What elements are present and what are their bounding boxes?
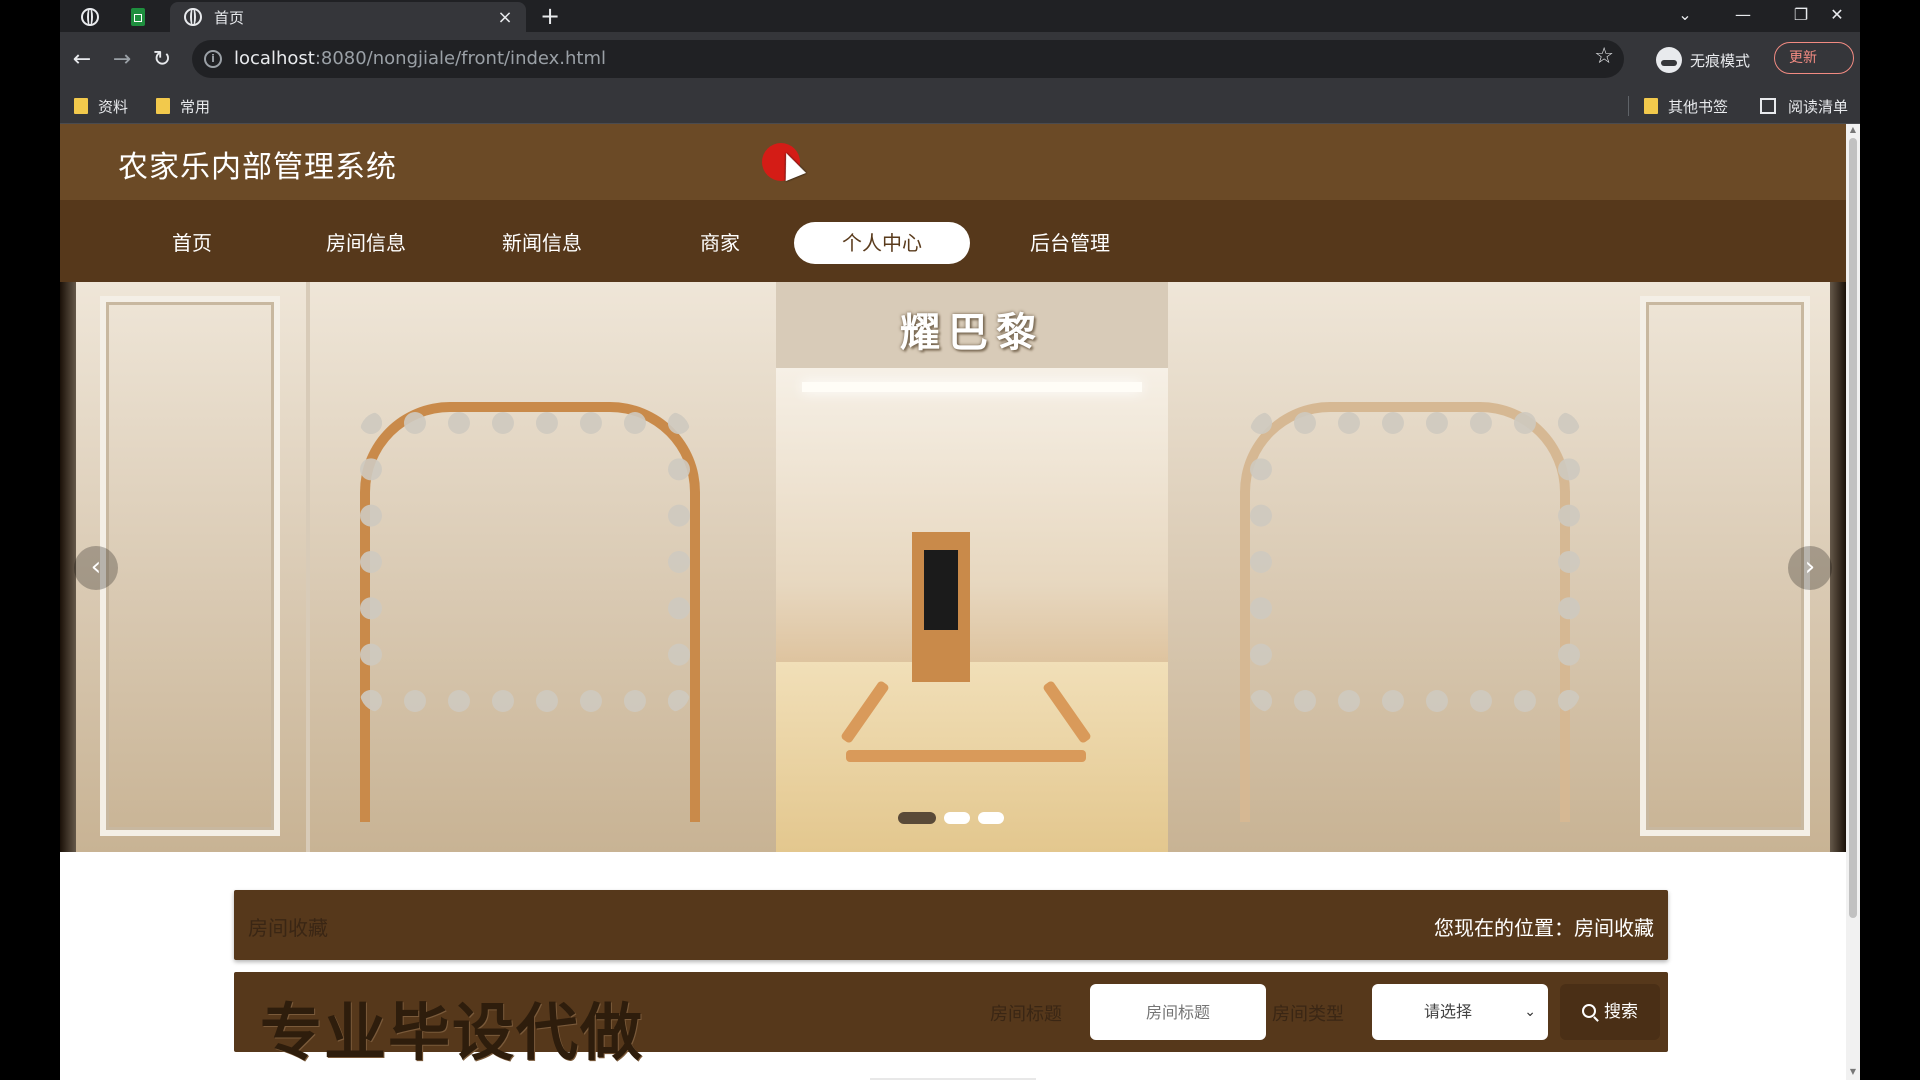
browser-chrome: 首页 × + ⌄ — ❐ ✕ ← → ↻ i localhost:8080/no… — [60, 0, 1860, 124]
search-button-label: 搜索 — [1604, 1002, 1638, 1022]
other-bookmarks-label: 其他书签 — [1668, 97, 1729, 116]
globe-icon — [81, 8, 99, 26]
incognito-icon — [1656, 47, 1682, 73]
carousel-dot[interactable] — [978, 812, 1004, 824]
tab-title: 首页 — [214, 8, 245, 27]
info-icon[interactable]: i — [204, 50, 222, 68]
close-window-icon[interactable]: ✕ — [1814, 2, 1860, 28]
nav-item-merchant[interactable]: 商家 — [674, 222, 766, 264]
reading-list-icon — [1760, 98, 1776, 114]
bookmarks-separator — [1628, 96, 1629, 116]
minimize-icon[interactable]: — — [1720, 2, 1766, 28]
address-bar[interactable]: i localhost:8080/nongjiale/front/index.h… — [192, 40, 1624, 78]
room-title-label: 房间标题 — [990, 1004, 1062, 1025]
carousel-dot[interactable] — [944, 812, 970, 824]
folder-icon — [156, 98, 170, 114]
carousel-next-button[interactable]: › — [1788, 546, 1832, 590]
chevron-down-icon: ⌄ — [1524, 1004, 1536, 1020]
bench-center — [846, 750, 1086, 762]
scroll-up-icon[interactable]: ▲ — [1849, 126, 1857, 134]
carousel-dot[interactable] — [898, 812, 936, 824]
folder-icon — [1644, 98, 1658, 114]
incognito-indicator[interactable]: 无痕模式 — [1656, 44, 1750, 76]
active-tab[interactable]: 首页 × — [170, 2, 526, 32]
back-icon[interactable]: ← — [68, 46, 96, 74]
shop-sign: 耀巴黎 — [900, 309, 1044, 356]
door-frame-right — [1640, 296, 1810, 836]
pinned-tab-2[interactable] — [118, 4, 158, 30]
bookmark-label: 常用 — [180, 97, 211, 116]
room-type-selected: 请选择 — [1424, 1002, 1473, 1021]
tab-strip: 首页 × + ⌄ — ❐ ✕ — [60, 0, 1860, 32]
search-icon — [1582, 1004, 1596, 1018]
carousel-indicators — [898, 812, 1004, 824]
scroll-down-icon[interactable]: ▼ — [1849, 1068, 1857, 1076]
scroll-thumb[interactable] — [1849, 138, 1857, 918]
nav-item-admin[interactable]: 后台管理 — [1004, 222, 1136, 264]
room-type-select[interactable]: 请选择 ⌄ — [1372, 984, 1548, 1040]
site-header: 农家乐内部管理系统 — [60, 124, 1846, 200]
reading-list-label: 阅读清单 — [1788, 97, 1849, 116]
ornament-right — [1250, 412, 1580, 712]
update-button[interactable]: 更新 ⋮ — [1774, 42, 1854, 74]
pinned-tab-1[interactable] — [70, 4, 110, 30]
watermark-text: 专业毕设代做 — [260, 996, 645, 1069]
site-nav: 首页 房间信息 新闻信息 商家 个人中心 后台管理 — [60, 200, 1846, 282]
carousel-banner[interactable]: 耀巴黎 ‹ › — [60, 282, 1846, 852]
section-title: 房间收藏 — [248, 916, 328, 940]
section-header: 房间收藏 您现在的位置：房间收藏 — [234, 890, 1668, 960]
new-tab-button[interactable]: + — [536, 4, 564, 30]
bookmark-label: 资料 — [98, 97, 129, 116]
door-frame-left — [100, 296, 280, 836]
nav-item-rooms[interactable]: 房间信息 — [300, 222, 432, 264]
browser-toolbar: ← → ↻ i localhost:8080/nongjiale/front/i… — [60, 32, 1860, 88]
bookmark-folder-ziliao[interactable]: 资料 — [74, 94, 128, 118]
back-door-opening — [924, 550, 958, 630]
page-viewport: 农家乐内部管理系统 首页 房间信息 新闻信息 商家 个人中心 后台管理 耀巴黎 … — [60, 124, 1846, 1080]
search-button[interactable]: 搜索 — [1560, 984, 1660, 1040]
breadcrumb: 您现在的位置：房间收藏 — [1434, 916, 1654, 940]
screen: 首页 × + ⌄ — ❐ ✕ ← → ↻ i localhost:8080/no… — [0, 0, 1920, 1080]
folder-icon — [74, 98, 88, 114]
tab-search-icon[interactable]: ⌄ — [1662, 2, 1708, 28]
url-text[interactable]: localhost:8080/nongjiale/front/index.htm… — [234, 48, 606, 69]
room-type-label: 房间类型 — [1272, 1004, 1344, 1025]
site-title: 农家乐内部管理系统 — [118, 150, 397, 185]
incognito-label: 无痕模式 — [1690, 51, 1751, 70]
carousel-prev-button[interactable]: ‹ — [74, 546, 118, 590]
globe-icon — [184, 8, 202, 26]
sheets-icon — [131, 8, 145, 26]
ornament-left — [360, 412, 690, 712]
other-bookmarks[interactable]: 其他书签 — [1644, 94, 1728, 118]
bookmarks-bar: 资料 常用 其他书签 阅读清单 — [60, 88, 1860, 124]
nav-item-home[interactable]: 首页 — [136, 222, 248, 264]
page-scrollbar[interactable]: ▲ ▼ — [1846, 124, 1860, 1080]
nav-item-news[interactable]: 新闻信息 — [476, 222, 608, 264]
tab-close-icon[interactable]: × — [490, 7, 520, 28]
bookmark-star-icon[interactable]: ☆ — [1594, 44, 1614, 69]
reload-icon[interactable]: ↻ — [148, 46, 176, 74]
ceiling-light — [802, 382, 1142, 392]
reading-list[interactable]: 阅读清单 — [1760, 94, 1848, 118]
nav-item-personal-center[interactable]: 个人中心 — [794, 222, 970, 264]
update-label: 更新 — [1789, 50, 1817, 66]
search-bar: 专业毕设代做 房间标题 房间类型 请选择 ⌄ 搜索 — [234, 972, 1668, 1069]
room-title-input[interactable] — [1090, 984, 1266, 1040]
forward-icon[interactable]: → — [108, 46, 136, 74]
bookmark-folder-changyong[interactable]: 常用 — [156, 94, 210, 118]
